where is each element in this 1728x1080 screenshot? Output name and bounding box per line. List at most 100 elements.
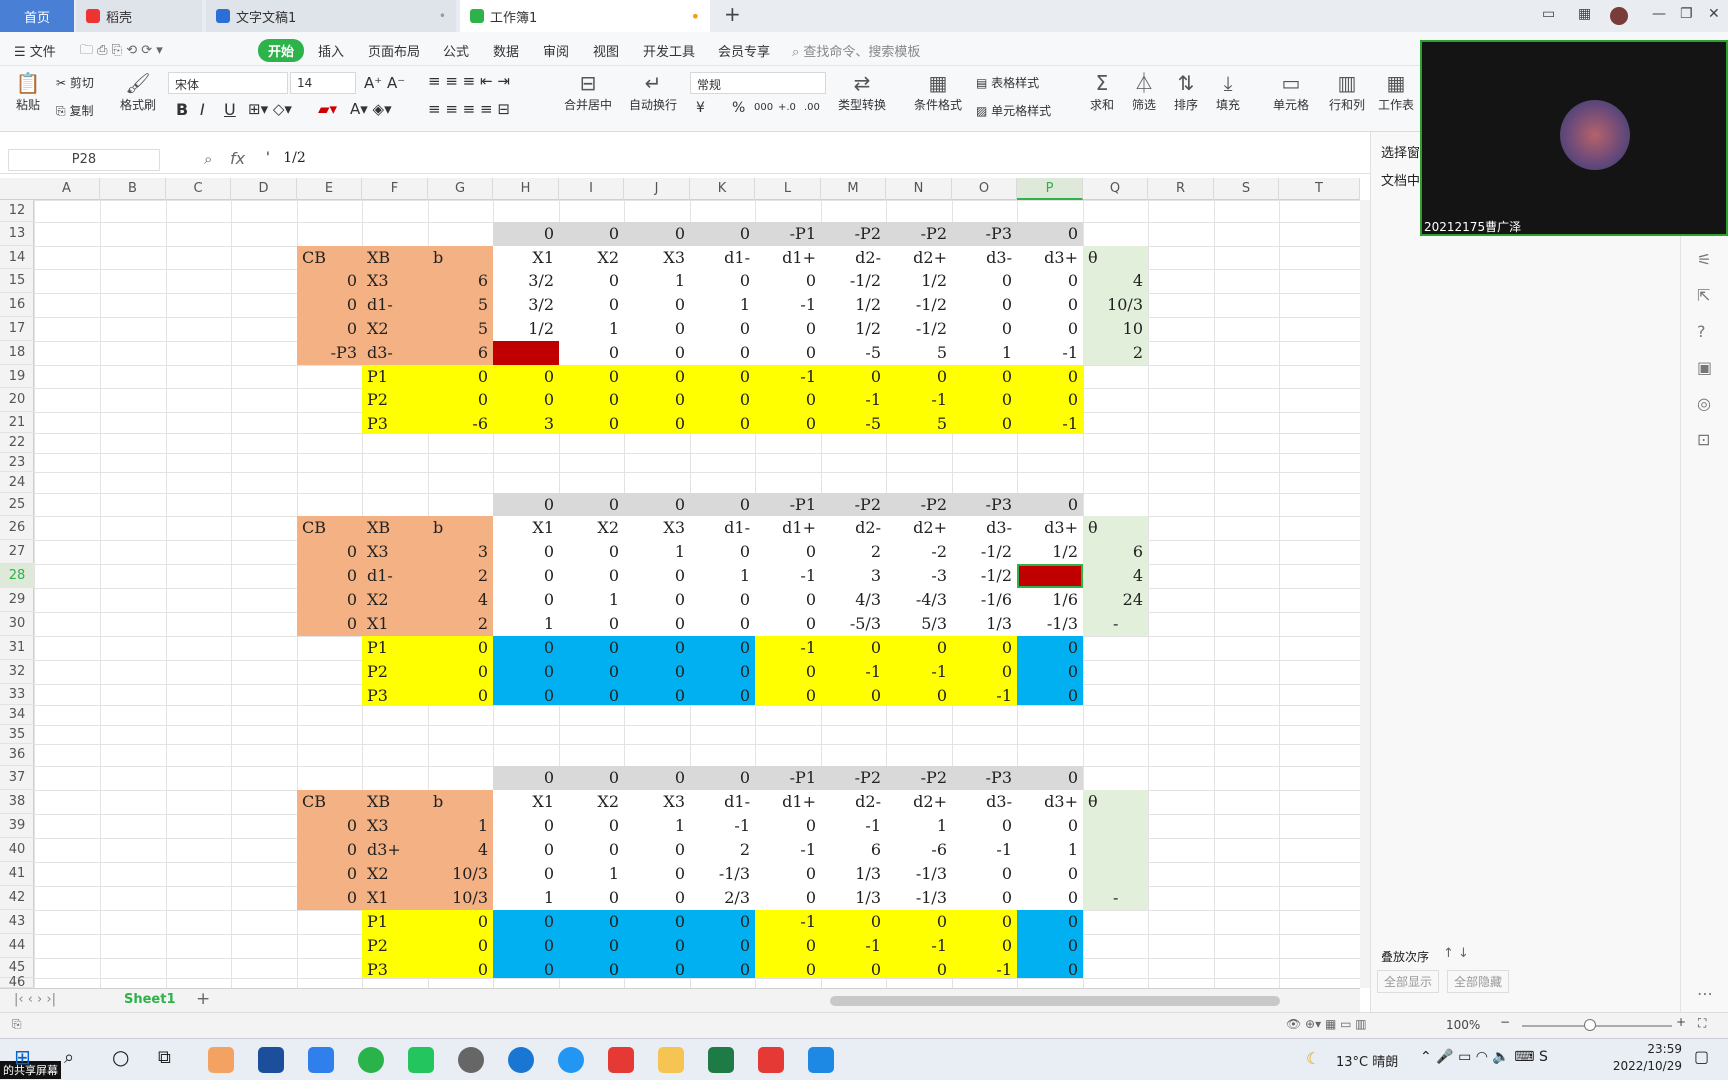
row-header-32[interactable]: 32 bbox=[0, 660, 34, 684]
table-theta-cell[interactable]: 6 bbox=[1083, 540, 1148, 564]
table-value-cell[interactable]: 0 bbox=[690, 540, 755, 564]
row-header-22[interactable]: 22 bbox=[0, 433, 34, 453]
table-header-theta[interactable]: θ bbox=[1083, 790, 1148, 814]
table-priority-cell[interactable]: 0 bbox=[886, 365, 952, 388]
table-priority-cell[interactable]: 0 bbox=[886, 910, 952, 934]
table-value-cell[interactable]: 0 bbox=[493, 862, 559, 886]
hide-all-button[interactable]: 全部隐藏 bbox=[1447, 970, 1510, 993]
table-xb-cell[interactable]: X2 bbox=[362, 317, 428, 341]
table-b-cell[interactable]: 4 bbox=[428, 588, 493, 612]
table-priority-cell[interactable]: 0 bbox=[493, 660, 559, 684]
column-header-J[interactable]: J bbox=[624, 178, 690, 200]
table-priority-cell[interactable]: 0 bbox=[559, 636, 624, 660]
table-priority-cell[interactable]: 0 bbox=[1017, 388, 1083, 412]
table-value-cell[interactable]: 0 bbox=[1017, 293, 1083, 317]
table-value-cell[interactable]: 1 bbox=[559, 862, 624, 886]
meeting-icon[interactable] bbox=[808, 1047, 834, 1073]
table-header-b[interactable]: b bbox=[428, 516, 493, 540]
table-priority-cell[interactable]: 0 bbox=[624, 636, 690, 660]
table-value-cell[interactable]: 0 bbox=[624, 838, 690, 862]
table-header-cb[interactable]: CB bbox=[297, 246, 362, 269]
edge-icon[interactable] bbox=[508, 1047, 534, 1073]
file-explorer-icon[interactable] bbox=[658, 1047, 684, 1073]
table-value-cell[interactable]: 0 bbox=[690, 341, 755, 365]
quick-access-icons[interactable]: 🗀 ⎙ ⎘ ⟲ ⟳ ▾ bbox=[80, 41, 163, 63]
row-header-33[interactable]: 33 bbox=[0, 684, 34, 705]
table-priority-label[interactable]: P2 bbox=[362, 388, 428, 412]
row-header-29[interactable]: 29 bbox=[0, 588, 34, 612]
row-header-31[interactable]: 31 bbox=[0, 636, 34, 660]
table-value-cell[interactable]: 0 bbox=[755, 341, 821, 365]
table-priority-cell[interactable]: 0 bbox=[624, 388, 690, 412]
table-value-cell[interactable]: 1 bbox=[1017, 838, 1083, 862]
row-header-43[interactable]: 43 bbox=[0, 910, 34, 934]
table-priority-cell[interactable]: 0 bbox=[755, 660, 821, 684]
row-header-14[interactable]: 14 bbox=[0, 246, 34, 269]
table-cb-cell[interactable]: 0 bbox=[297, 293, 362, 317]
table-value-cell[interactable]: 1 bbox=[559, 588, 624, 612]
table-header-var[interactable]: d1+ bbox=[755, 790, 821, 814]
table-header-var[interactable]: d2- bbox=[821, 246, 886, 269]
row-col-button[interactable]: ▥ 行和列 bbox=[1322, 70, 1372, 113]
table-cost-cell[interactable]: -P2 bbox=[886, 222, 952, 246]
type-convert-button[interactable]: ⇄ 类型转换 bbox=[832, 70, 892, 113]
align-top-icons[interactable]: ≡ ≡ ≡ ⇤ ⇥ bbox=[428, 72, 510, 90]
column-header-M[interactable]: M bbox=[821, 178, 886, 200]
table-cb-cell[interactable]: 0 bbox=[297, 814, 362, 838]
column-header-S[interactable]: S bbox=[1214, 178, 1279, 200]
table-header-var[interactable]: X3 bbox=[624, 516, 690, 540]
table-priority-b[interactable]: 0 bbox=[428, 934, 493, 958]
table-cb-cell[interactable]: -P3 bbox=[297, 341, 362, 365]
table-priority-label[interactable]: P3 bbox=[362, 412, 428, 433]
table-priority-cell[interactable]: 0 bbox=[493, 365, 559, 388]
table-priority-label[interactable]: P1 bbox=[362, 910, 428, 934]
table-cost-cell[interactable]: 0 bbox=[559, 222, 624, 246]
table-priority-cell[interactable]: 0 bbox=[559, 388, 624, 412]
table-value-cell[interactable]: 0 bbox=[690, 317, 755, 341]
row-header-36[interactable]: 36 bbox=[0, 744, 34, 766]
table-priority-cell[interactable]: 0 bbox=[755, 388, 821, 412]
table-b-cell[interactable]: 4 bbox=[428, 838, 493, 862]
fill-button[interactable]: ⤓ 填充 bbox=[1210, 70, 1246, 113]
windows-start-icon[interactable]: ⊞ bbox=[14, 1045, 31, 1069]
table-cost-cell[interactable]: 0 bbox=[559, 766, 624, 790]
zoom-in-icon[interactable]: + bbox=[1676, 1015, 1686, 1029]
table-xb-cell[interactable]: X1 bbox=[362, 886, 428, 910]
table-value-cell[interactable]: 0 bbox=[690, 269, 755, 293]
wps-icon[interactable] bbox=[758, 1047, 784, 1073]
filter-button[interactable]: ⏃ 筛选 bbox=[1126, 70, 1162, 113]
table-cost-cell[interactable]: -P2 bbox=[821, 222, 886, 246]
table-value-cell[interactable]: 1 bbox=[493, 612, 559, 636]
menu-formula[interactable]: 公式 bbox=[443, 41, 469, 60]
row-header-21[interactable]: 21 bbox=[0, 412, 34, 433]
table-cost-cell[interactable]: -P1 bbox=[755, 222, 821, 246]
menu-member[interactable]: 会员专享 bbox=[718, 41, 770, 60]
app-icon-1[interactable] bbox=[208, 1047, 234, 1073]
table-priority-cell[interactable]: -1 bbox=[886, 388, 952, 412]
copy-button[interactable]: ⎘ 复制 bbox=[56, 102, 93, 119]
table-header-var[interactable]: X2 bbox=[559, 516, 624, 540]
table-value-cell[interactable]: 3 bbox=[493, 341, 559, 365]
column-header-T[interactable]: T bbox=[1279, 178, 1360, 200]
table-value-cell[interactable]: 0 bbox=[493, 540, 559, 564]
italic-button[interactable]: I bbox=[200, 100, 205, 119]
align-left-icons[interactable]: ≡ ≡ ≡ ≡ ⊟ bbox=[428, 100, 510, 118]
table-priority-cell[interactable]: 0 bbox=[821, 365, 886, 388]
table-value-cell[interactable]: 1/2 bbox=[821, 293, 886, 317]
table-value-cell[interactable]: 1 bbox=[624, 269, 690, 293]
row-header-17[interactable]: 17 bbox=[0, 317, 34, 341]
row-header-41[interactable]: 41 bbox=[0, 862, 34, 886]
table-cost-cell[interactable]: 0 bbox=[559, 493, 624, 516]
table-value-cell[interactable]: -5/3 bbox=[821, 612, 886, 636]
table-priority-cell[interactable]: -1 bbox=[821, 388, 886, 412]
table-header-xb[interactable]: XB bbox=[362, 246, 428, 269]
table-cost-cell[interactable]: 0 bbox=[1017, 766, 1083, 790]
table-priority-cell[interactable]: 0 bbox=[690, 910, 755, 934]
percent-button[interactable]: % bbox=[732, 100, 745, 116]
table-priority-cell[interactable]: 0 bbox=[1017, 660, 1083, 684]
table-value-cell[interactable]: 1/2 bbox=[821, 317, 886, 341]
column-header-N[interactable]: N bbox=[886, 178, 952, 200]
table-header-var[interactable]: X3 bbox=[624, 246, 690, 269]
table-value-cell[interactable]: 0 bbox=[559, 886, 624, 910]
zoom-level[interactable]: 100% bbox=[1446, 1018, 1480, 1032]
